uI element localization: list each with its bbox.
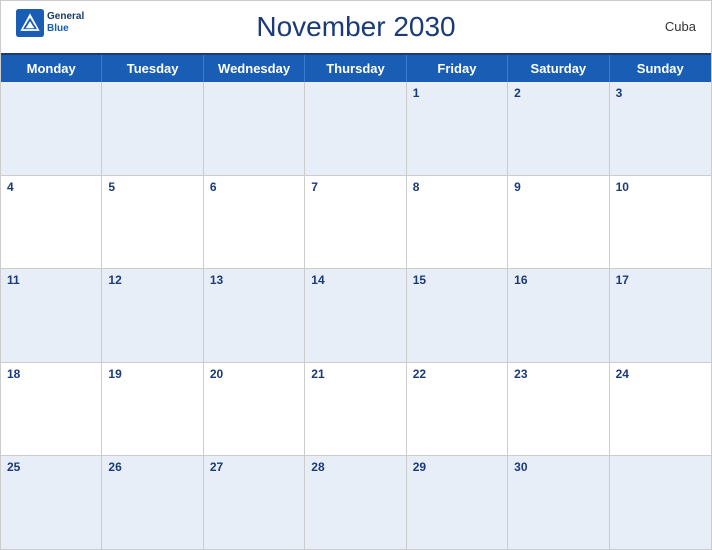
- day-number: 16: [514, 273, 602, 287]
- weekday-sunday: Sunday: [610, 55, 711, 82]
- day-number: 20: [210, 367, 298, 381]
- day-cell-17: 17: [610, 269, 711, 362]
- day-number: 14: [311, 273, 399, 287]
- day-number: 8: [413, 180, 501, 194]
- day-cell-1: 1: [407, 82, 508, 175]
- day-number: 24: [616, 367, 705, 381]
- day-cell-3: 3: [610, 82, 711, 175]
- day-number: 13: [210, 273, 298, 287]
- day-number: 23: [514, 367, 602, 381]
- day-cell-25: 25: [1, 456, 102, 549]
- country-label: Cuba: [665, 19, 696, 34]
- day-cell-28: 28: [305, 456, 406, 549]
- day-number: 3: [616, 86, 705, 100]
- day-cell-8: 8: [407, 176, 508, 269]
- day-cell-18: 18: [1, 363, 102, 456]
- weeks-container: 1234567891011121314151617181920212223242…: [1, 82, 711, 549]
- week-row-5: 25 26 27 28 29 30: [1, 456, 711, 549]
- logo-blue: Blue: [47, 23, 84, 35]
- day-cell-7: 7: [305, 176, 406, 269]
- day-number: 30: [514, 460, 602, 474]
- day-cell-23: 23: [508, 363, 609, 456]
- day-cell-24: 24: [610, 363, 711, 456]
- day-cell-2: 2: [508, 82, 609, 175]
- calendar-container: General Blue November 2030 Cuba Monday T…: [0, 0, 712, 550]
- day-number: 6: [210, 180, 298, 194]
- day-cell-27: 27: [204, 456, 305, 549]
- day-cell-22: 22: [407, 363, 508, 456]
- week-row-2: 456789 10: [1, 176, 711, 270]
- day-number: 5: [108, 180, 196, 194]
- day-number: 25: [7, 460, 95, 474]
- day-cell-19: 19: [102, 363, 203, 456]
- generalblue-logo-icon: [16, 9, 44, 37]
- day-number: 11: [7, 273, 95, 287]
- day-cell-29: 29: [407, 456, 508, 549]
- day-cell-26: 26: [102, 456, 203, 549]
- day-number: 12: [108, 273, 196, 287]
- logo-area: General Blue: [16, 9, 84, 37]
- week-row-1: 123: [1, 82, 711, 176]
- day-cell-10: 10: [610, 176, 711, 269]
- day-number: 4: [7, 180, 95, 194]
- day-number: 28: [311, 460, 399, 474]
- day-cell-13: 13: [204, 269, 305, 362]
- weekday-tuesday: Tuesday: [102, 55, 203, 82]
- day-cell-20: 20: [204, 363, 305, 456]
- day-number: 19: [108, 367, 196, 381]
- day-cell-9: 9: [508, 176, 609, 269]
- day-cell-16: 16: [508, 269, 609, 362]
- week-row-4: 18 19 20 21 22 23 24: [1, 363, 711, 457]
- week-row-3: 11 12 13 14 15 16 17: [1, 269, 711, 363]
- weekday-saturday: Saturday: [508, 55, 609, 82]
- weekday-thursday: Thursday: [305, 55, 406, 82]
- day-cell-12: 12: [102, 269, 203, 362]
- day-number: 15: [413, 273, 501, 287]
- day-cell-empty-0-0: [1, 82, 102, 175]
- day-cell-empty-0-3: [305, 82, 406, 175]
- weekday-friday: Friday: [407, 55, 508, 82]
- day-number: 18: [7, 367, 95, 381]
- day-cell-14: 14: [305, 269, 406, 362]
- day-number: 21: [311, 367, 399, 381]
- day-number: 22: [413, 367, 501, 381]
- calendar-grid: Monday Tuesday Wednesday Thursday Friday…: [1, 53, 711, 549]
- day-cell-empty-0-2: [204, 82, 305, 175]
- days-header: Monday Tuesday Wednesday Thursday Friday…: [1, 55, 711, 82]
- logo-general: General: [47, 11, 84, 23]
- day-cell-4: 4: [1, 176, 102, 269]
- day-number: 29: [413, 460, 501, 474]
- day-number: 1: [413, 86, 501, 100]
- day-number: 9: [514, 180, 602, 194]
- day-number: 27: [210, 460, 298, 474]
- day-number: 17: [616, 273, 705, 287]
- day-number: 2: [514, 86, 602, 100]
- day-cell-30: 30: [508, 456, 609, 549]
- day-cell-5: 5: [102, 176, 203, 269]
- day-cell-15: 15: [407, 269, 508, 362]
- day-cell-empty-4-6: [610, 456, 711, 549]
- day-number: 26: [108, 460, 196, 474]
- day-cell-6: 6: [204, 176, 305, 269]
- day-cell-21: 21: [305, 363, 406, 456]
- day-number: 7: [311, 180, 399, 194]
- day-number: 10: [616, 180, 705, 194]
- day-cell-empty-0-1: [102, 82, 203, 175]
- weekday-monday: Monday: [1, 55, 102, 82]
- calendar-header: General Blue November 2030 Cuba: [1, 1, 711, 53]
- day-cell-11: 11: [1, 269, 102, 362]
- weekday-wednesday: Wednesday: [204, 55, 305, 82]
- logo-text: General Blue: [47, 11, 84, 35]
- calendar-title: November 2030: [256, 11, 455, 43]
